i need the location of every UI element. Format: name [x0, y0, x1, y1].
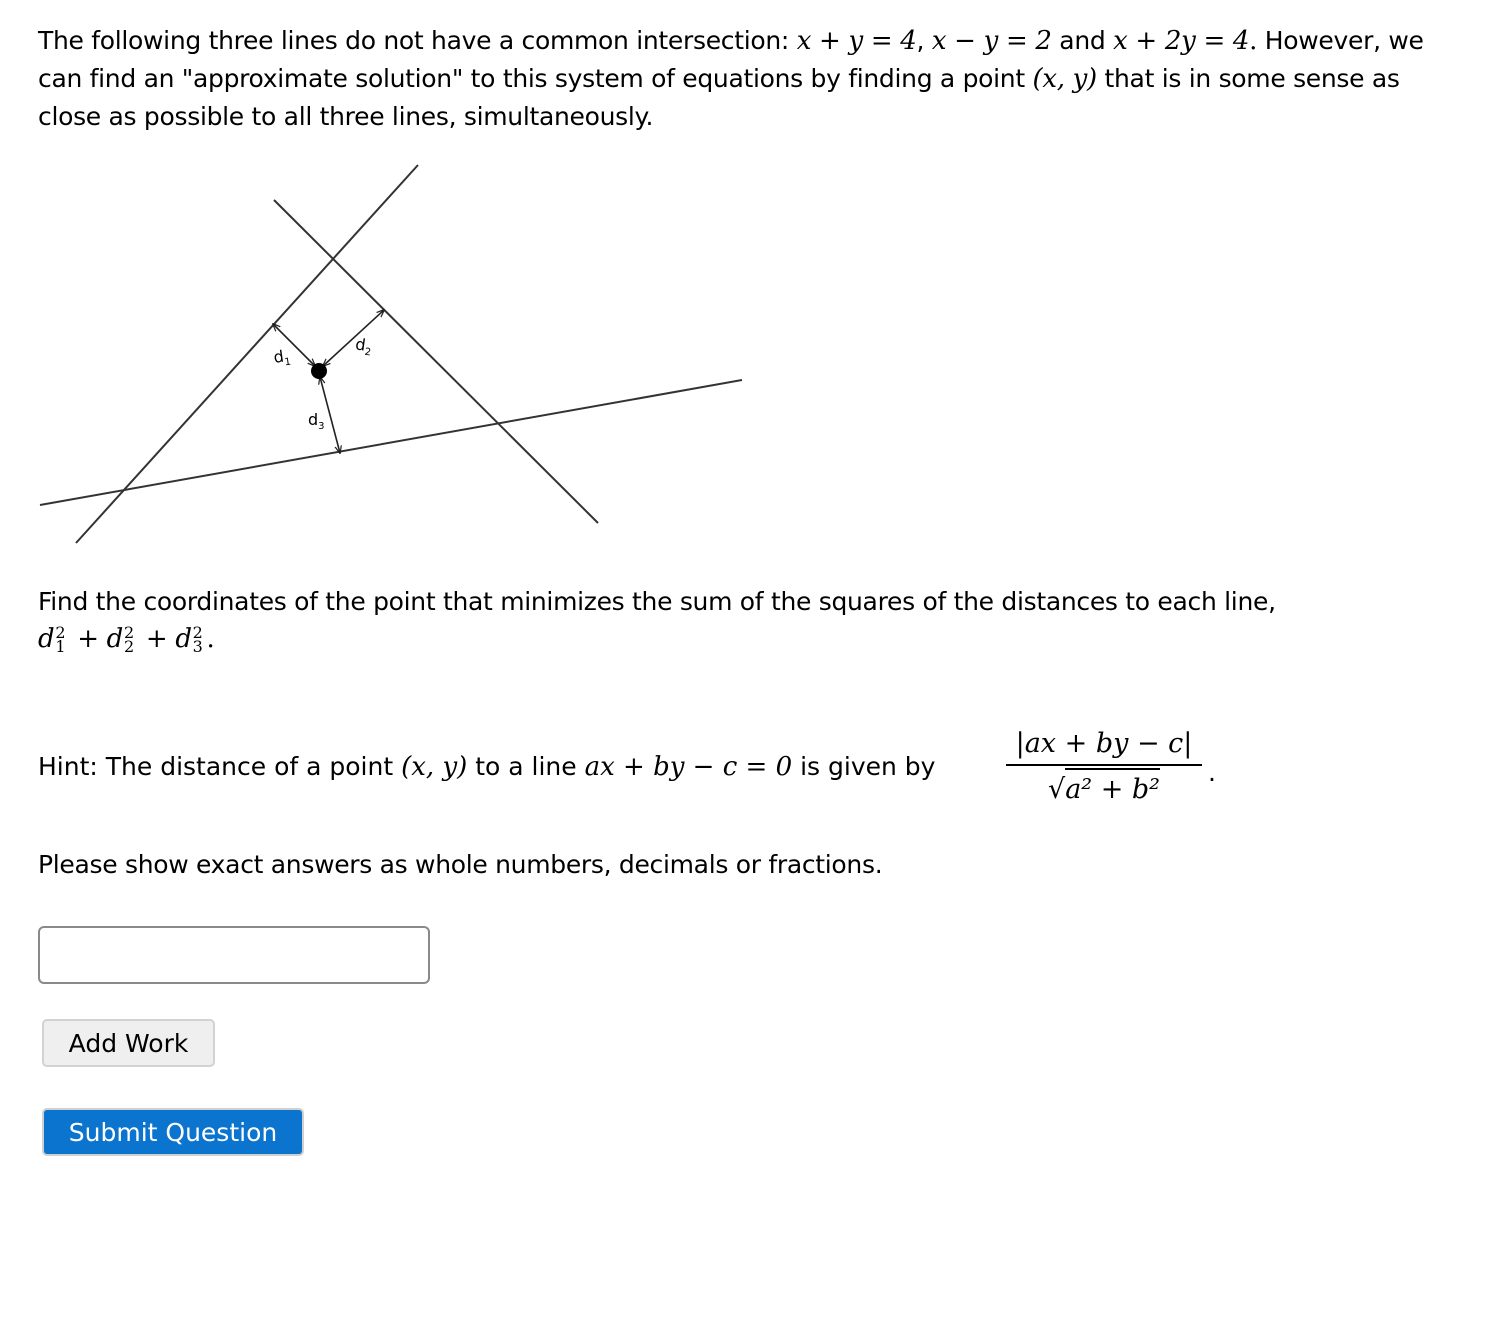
approximate-solution-point — [311, 363, 327, 379]
label-d1: d1 — [272, 346, 291, 370]
label-d2: d2 — [354, 334, 373, 358]
distance-d3 — [320, 377, 340, 453]
label-d3: d3 — [308, 410, 325, 432]
three-lines-diagram: d1 d2 d3 — [39, 164, 743, 544]
line-shallow — [39, 379, 743, 506]
point-xy: (x, y) — [1032, 64, 1097, 94]
formula-denominator: √a² + b² — [1006, 768, 1202, 810]
problem-intro: The following three lines do not have a … — [38, 26, 1424, 131]
instructions: Please show exact answers as whole numbe… — [38, 850, 883, 879]
answer-input[interactable] — [38, 926, 430, 984]
sum-of-squares-expression: d21 + d22 + d23. — [38, 623, 215, 656]
question-text: Find the coordinates of the point that m… — [38, 587, 1276, 656]
distance-d2 — [323, 310, 384, 366]
equation-1: x + y = 4 — [796, 26, 917, 56]
submit-question-button[interactable]: Submit Question — [42, 1108, 304, 1156]
equation-2: x − y = 2 — [931, 26, 1052, 56]
line-equation: ax + by − c = 0 — [584, 752, 793, 782]
equation-3: x + 2y = 4 — [1113, 26, 1250, 56]
formula-numerator: |ax + by − c| — [1015, 728, 1193, 759]
line-falling — [273, 199, 599, 524]
distance-formula: |ax + by − c| √a² + b² . — [1006, 722, 1216, 810]
intro-text: The following three lines do not have a … — [38, 26, 797, 55]
add-work-button[interactable]: Add Work — [42, 1019, 215, 1067]
